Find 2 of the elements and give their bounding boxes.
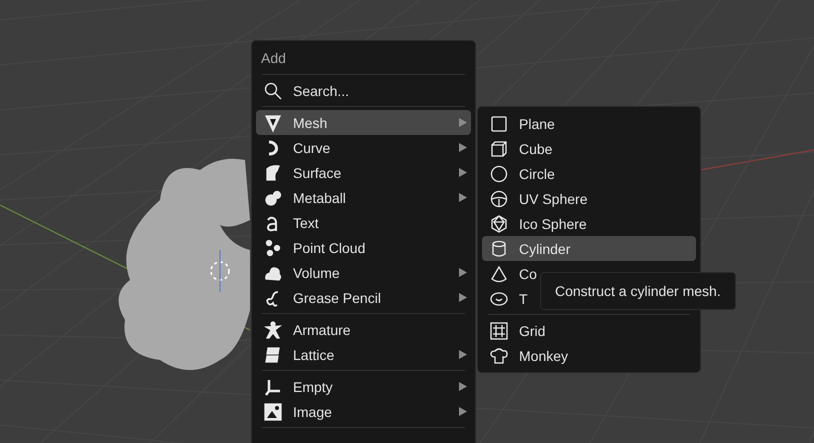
- menu-title: Add: [260, 49, 287, 68]
- tooltip: Construct a cylinder mesh.: [540, 272, 736, 310]
